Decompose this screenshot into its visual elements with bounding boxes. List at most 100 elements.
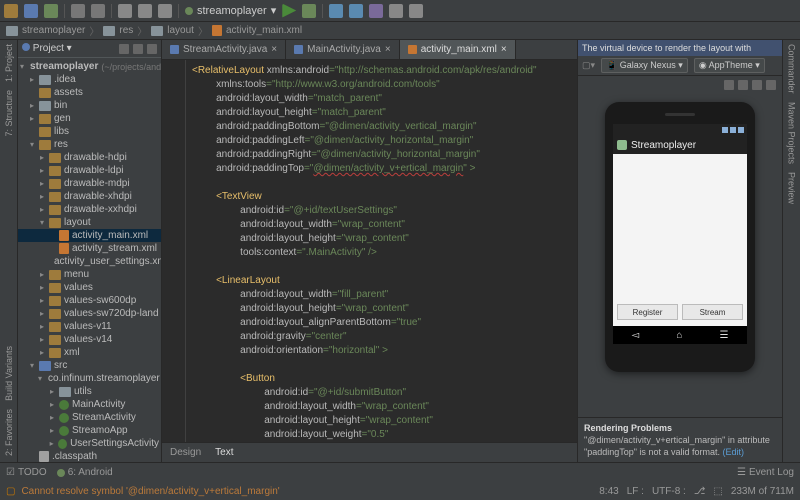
ide-settings-icon[interactable] xyxy=(389,4,403,18)
edit-link[interactable]: (Edit) xyxy=(722,447,744,457)
tree-class[interactable]: ▸StreamActivity xyxy=(18,411,161,424)
breadcrumb-item[interactable]: streamoplayer xyxy=(22,25,85,36)
copy-icon[interactable] xyxy=(138,4,152,18)
tree-node[interactable]: ▾src xyxy=(18,359,161,372)
cut-icon[interactable] xyxy=(118,4,132,18)
tab-stream-activity[interactable]: StreamActivity.java × xyxy=(162,40,286,59)
home-icon[interactable]: ⌂ xyxy=(676,330,682,341)
todo-tool[interactable]: ☑ TODO xyxy=(6,467,47,478)
tree-node[interactable]: ▸drawable-ldpi xyxy=(18,164,161,177)
ddms-icon[interactable] xyxy=(369,4,383,18)
readonly-lock-icon[interactable]: ⬚ xyxy=(713,486,722,497)
tree-file[interactable]: activity_stream.xml xyxy=(18,242,161,255)
paste-icon[interactable] xyxy=(158,4,172,18)
save-icon[interactable] xyxy=(24,4,38,18)
breadcrumb: streamoplayer〉 res〉 layout〉 activity_mai… xyxy=(0,22,800,40)
tool-structure[interactable]: 7: Structure xyxy=(4,90,14,137)
help-icon[interactable] xyxy=(409,4,423,18)
project-panel: Project ▾ ▾streamoplayer (~/projects/and… xyxy=(18,40,162,462)
tree-file[interactable]: activity_user_settings.xml xyxy=(18,255,161,268)
design-tab[interactable]: Design xyxy=(170,447,201,458)
folder-icon xyxy=(103,26,115,36)
tree-file[interactable]: .classpath xyxy=(18,450,161,462)
tree-node[interactable]: ▸drawable-xhdpi xyxy=(18,190,161,203)
status-icon[interactable]: ▢ xyxy=(6,486,15,497)
tree-node[interactable]: ▸values-v14 xyxy=(18,333,161,346)
tab-activity-main-xml[interactable]: activity_main.xml × xyxy=(400,40,516,59)
register-button[interactable]: Register xyxy=(617,304,678,320)
breadcrumb-item[interactable]: activity_main.xml xyxy=(226,25,302,36)
app-content-area: Register Stream xyxy=(613,154,747,326)
zoom-in-icon[interactable] xyxy=(724,80,734,90)
run-config-selector[interactable]: streamoplayer ▾ xyxy=(185,4,276,17)
gear-icon[interactable] xyxy=(133,44,143,54)
tree-node[interactable]: ▸menu xyxy=(18,268,161,281)
tool-favorites[interactable]: 2: Favorites xyxy=(4,409,14,456)
tree-node[interactable]: ▸utils xyxy=(18,385,161,398)
code-editor[interactable]: <RelativeLayout xmlns:android="http://sc… xyxy=(162,60,577,442)
memory-indicator[interactable]: 233M of 711M xyxy=(731,486,794,497)
tree-class[interactable]: ▸UserSettingsActivity xyxy=(18,437,161,450)
sync-icon[interactable] xyxy=(44,4,58,18)
tree-class[interactable]: ▸StreamoApp xyxy=(18,424,161,437)
zoom-out-icon[interactable] xyxy=(738,80,748,90)
tree-node[interactable]: assets xyxy=(18,86,161,99)
refresh-icon[interactable] xyxy=(752,80,762,90)
redo-icon[interactable] xyxy=(91,4,105,18)
project-tree[interactable]: ▾streamoplayer (~/projects/android) ▸.id… xyxy=(18,58,161,462)
collapse-icon[interactable] xyxy=(119,44,129,54)
breadcrumb-item[interactable]: layout xyxy=(167,25,194,36)
main-toolbar: streamoplayer ▾ xyxy=(0,0,800,22)
status-error-message: Cannot resolve symbol '@dimen/activity_v… xyxy=(21,486,279,497)
back-icon[interactable]: ◅ xyxy=(632,330,640,341)
git-branch-icon[interactable]: ⎇ xyxy=(694,486,706,497)
event-log[interactable]: ☰ Event Log xyxy=(737,467,794,478)
tree-node[interactable]: ▸.idea xyxy=(18,73,161,86)
file-encoding[interactable]: UTF-8 : xyxy=(652,486,686,497)
avd-icon[interactable] xyxy=(329,4,343,18)
app-actionbar: Streamoplayer xyxy=(613,136,747,154)
tree-file-selected[interactable]: activity_main.xml xyxy=(18,229,161,242)
tree-node[interactable]: ▸xml xyxy=(18,346,161,359)
left-tool-rail: 1: Project 7: Structure Build Variants 2… xyxy=(0,40,18,462)
tree-node[interactable]: ▸drawable-hdpi xyxy=(18,151,161,164)
recents-icon[interactable]: ☰ xyxy=(719,330,728,341)
tree-node[interactable]: ▾layout xyxy=(18,216,161,229)
debug-icon[interactable] xyxy=(302,4,316,18)
caret-position[interactable]: 8:43 xyxy=(599,486,618,497)
tree-class[interactable]: ▸MainActivity xyxy=(18,398,161,411)
undo-icon[interactable] xyxy=(71,4,85,18)
line-separator[interactable]: LF : xyxy=(627,486,644,497)
tree-node[interactable]: ▸gen xyxy=(18,112,161,125)
tree-node[interactable]: ▸drawable-mdpi xyxy=(18,177,161,190)
settings-icon[interactable] xyxy=(766,80,776,90)
tree-node[interactable]: ▸values-v11 xyxy=(18,320,161,333)
tool-preview[interactable]: Preview xyxy=(787,172,797,204)
tool-maven[interactable]: Maven Projects xyxy=(787,102,797,164)
tool-build-variants[interactable]: Build Variants xyxy=(4,346,14,401)
tree-node[interactable]: ▾res xyxy=(18,138,161,151)
tree-node[interactable]: ▸values-sw600dp xyxy=(18,294,161,307)
tool-project[interactable]: 1: Project xyxy=(4,44,14,82)
status-bar: ▢ Cannot resolve symbol '@dimen/activity… xyxy=(0,482,800,500)
tree-node[interactable]: ▸values-sw720dp-land xyxy=(18,307,161,320)
tree-node[interactable]: ▸values xyxy=(18,281,161,294)
sdk-icon[interactable] xyxy=(349,4,363,18)
open-icon[interactable] xyxy=(4,4,18,18)
android-tool[interactable]: 6: Android xyxy=(57,467,113,478)
hide-icon[interactable] xyxy=(147,44,157,54)
stream-button[interactable]: Stream xyxy=(682,304,743,320)
project-panel-header: Project ▾ xyxy=(18,40,161,58)
tab-main-activity[interactable]: MainActivity.java × xyxy=(286,40,400,59)
tree-node[interactable]: ▸bin xyxy=(18,99,161,112)
tree-node[interactable]: ▸drawable-xxhdpi xyxy=(18,203,161,216)
tree-node[interactable]: ▾co.infinum.streamoplayer xyxy=(18,372,161,385)
tree-node[interactable]: libs xyxy=(18,125,161,138)
tool-commander[interactable]: Commander xyxy=(787,44,797,94)
theme-selector[interactable]: ◉ AppTheme ▾ xyxy=(694,58,765,73)
text-tab[interactable]: Text xyxy=(215,447,233,458)
run-icon[interactable] xyxy=(282,4,296,18)
tree-root[interactable]: ▾streamoplayer (~/projects/android) xyxy=(18,60,161,73)
device-selector[interactable]: 📱 Galaxy Nexus ▾ xyxy=(601,58,688,73)
breadcrumb-item[interactable]: res xyxy=(119,25,133,36)
